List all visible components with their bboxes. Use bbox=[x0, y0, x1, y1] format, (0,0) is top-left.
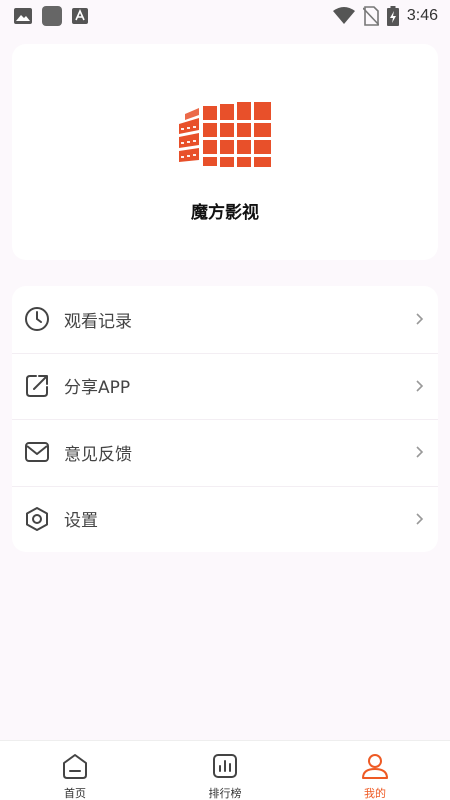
no-sim-icon bbox=[362, 6, 379, 26]
wifi-icon bbox=[332, 7, 355, 25]
nav-item-ranking[interactable]: 排行榜 bbox=[150, 741, 300, 800]
menu-item-settings[interactable]: 设置 bbox=[12, 485, 438, 553]
menu-item-label: 意见反馈 bbox=[64, 444, 132, 465]
nav-label: 排行榜 bbox=[208, 787, 242, 800]
status-bar: 3:46 bbox=[0, 0, 450, 32]
menu-item-share-app[interactable]: 分享APP bbox=[12, 352, 438, 420]
bottom-nav: 首页 排行榜 我的 bbox=[0, 740, 450, 800]
menu-item-label: 设置 bbox=[64, 511, 98, 532]
menu-list: 观看记录 分享APP 意见反馈 设置 bbox=[12, 286, 438, 552]
nav-label: 我的 bbox=[364, 787, 386, 800]
building-grid-logo bbox=[177, 102, 273, 168]
a-text-icon bbox=[72, 8, 88, 24]
mail-icon bbox=[24, 439, 50, 465]
hexagon-settings-icon bbox=[24, 506, 50, 532]
status-right-icons: 3:46 bbox=[332, 6, 438, 26]
chart-icon bbox=[210, 751, 240, 781]
nav-item-mine[interactable]: 我的 bbox=[300, 741, 450, 800]
chevron-right-icon bbox=[414, 444, 424, 460]
share-icon bbox=[24, 373, 50, 399]
menu-item-watch-history[interactable]: 观看记录 bbox=[12, 286, 438, 353]
menu-item-label: 观看记录 bbox=[64, 311, 132, 332]
status-time: 3:46 bbox=[406, 7, 438, 24]
clock-icon bbox=[24, 306, 50, 332]
nav-label: 首页 bbox=[64, 787, 86, 800]
chevron-right-icon bbox=[414, 511, 424, 527]
battery-charging-icon bbox=[386, 6, 399, 26]
home-icon bbox=[60, 751, 90, 781]
menu-item-feedback[interactable]: 意见反馈 bbox=[12, 419, 438, 486]
app-name: 魔方影视 bbox=[191, 203, 259, 223]
chevron-right-icon bbox=[414, 378, 424, 394]
profile-header-card: 魔方影视 bbox=[12, 44, 438, 260]
user-icon bbox=[360, 751, 390, 781]
square-app-icon bbox=[42, 6, 62, 26]
status-left-icons bbox=[14, 6, 88, 26]
chevron-right-icon bbox=[414, 311, 424, 327]
nav-item-home[interactable]: 首页 bbox=[0, 741, 150, 800]
image-icon bbox=[14, 8, 32, 24]
menu-item-label: 分享APP bbox=[64, 378, 131, 399]
